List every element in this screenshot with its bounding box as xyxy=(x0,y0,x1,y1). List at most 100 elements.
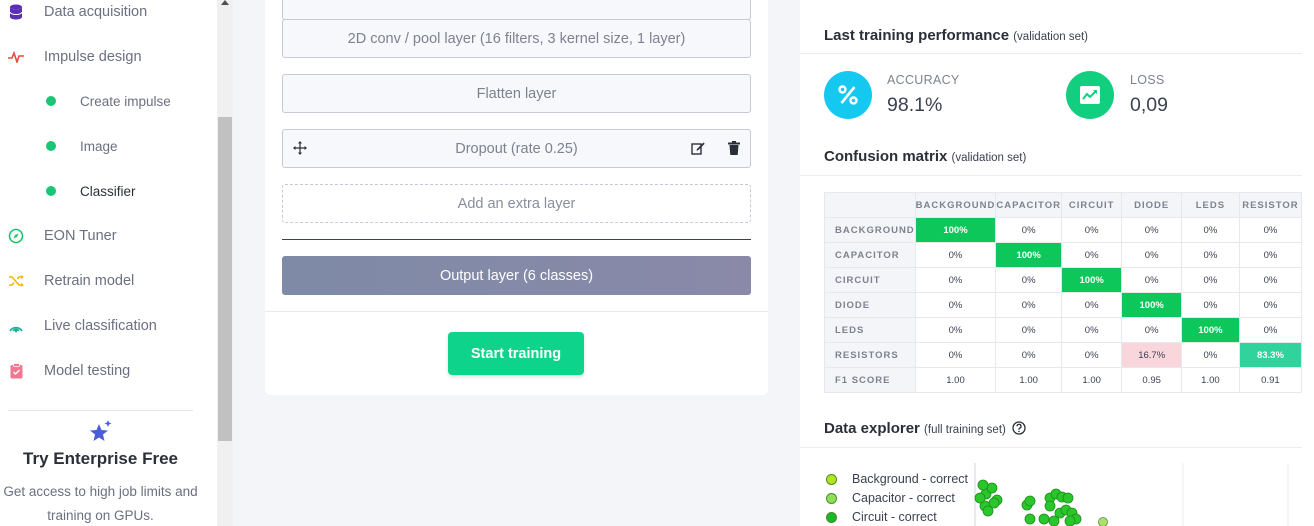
results-panel: Last training performance (validation se… xyxy=(800,0,1303,526)
confusion-matrix-table: BACKGROUND CAPACITOR CIRCUIT DIODE LEDS … xyxy=(824,192,1303,393)
row-header: LEDS xyxy=(824,317,916,343)
legend-label: Background - correct xyxy=(852,472,969,486)
trash-icon[interactable] xyxy=(728,141,740,155)
matrix-cell: 0% xyxy=(914,267,997,293)
layer-input[interactable] xyxy=(282,0,751,20)
matrix-cell: 0% xyxy=(1238,217,1303,243)
table-corner-cell xyxy=(824,192,916,218)
scrollbar-thumb[interactable] xyxy=(218,117,232,441)
data-explorer-scatter-plot[interactable] xyxy=(970,463,1302,526)
legend-item-background[interactable]: Background - correct xyxy=(826,472,968,486)
scroll-up-arrow-icon[interactable] xyxy=(221,0,229,5)
layer-flatten[interactable]: Flatten layer xyxy=(282,74,751,113)
data-explorer-title: Data explorer (full training set) xyxy=(824,420,1026,439)
enterprise-text: Get access to high job limits and traini… xyxy=(3,484,198,523)
sidebar-item-live-classification[interactable]: Live classification xyxy=(0,304,217,348)
sidebar-subitem-classifier[interactable]: Classifier xyxy=(0,169,217,213)
column-header: CAPACITOR xyxy=(995,192,1062,218)
sidebar-item-impulse-design[interactable]: Impulse design xyxy=(0,35,217,79)
column-header: CIRCUIT xyxy=(1060,192,1123,218)
matrix-cell: 0% xyxy=(1180,342,1240,368)
explorer-subtitle: (full training set) xyxy=(924,424,1006,436)
sidebar-subitem-label: Image xyxy=(80,138,118,154)
sidebar-item-retrain-model[interactable]: Retrain model xyxy=(0,259,217,303)
start-training-button[interactable]: Start training xyxy=(448,332,584,375)
matrix-cell: 0% xyxy=(914,342,997,368)
accuracy-value: 98.1% xyxy=(887,94,943,116)
sidebar: Data acquisition Impulse design Create i… xyxy=(0,0,217,526)
sidebar-scrollbar[interactable] xyxy=(217,0,233,526)
add-extra-layer-button[interactable]: Add an extra layer xyxy=(282,184,751,223)
column-header: DIODE xyxy=(1121,192,1182,218)
enterprise-title[interactable]: Try Enterprise Free xyxy=(0,449,201,469)
legend-label: Capacitor - correct xyxy=(852,491,955,505)
legend-dot xyxy=(826,492,837,504)
matrix-cell: 0% xyxy=(1121,242,1182,268)
column-header: RESISTOR xyxy=(1238,192,1303,218)
matrix-cell: 0% xyxy=(995,292,1062,318)
table-header-row: BACKGROUND CAPACITOR CIRCUIT DIODE LEDS … xyxy=(824,192,1303,218)
layer-label: Add an extra layer xyxy=(457,195,576,212)
matrix-cell: 0% xyxy=(914,317,997,343)
layer-dropout[interactable]: Dropout (rate 0.25) xyxy=(282,129,751,168)
move-icon[interactable] xyxy=(293,141,307,155)
matrix-cell: 0% xyxy=(1238,317,1303,343)
row-header: CAPACITOR xyxy=(824,242,916,268)
matrix-cell: 0% xyxy=(1060,217,1123,243)
right-panel-scrollbar[interactable] xyxy=(1302,0,1314,526)
performance-title-text: Last training performance xyxy=(824,27,1010,44)
legend-item-capacitor[interactable]: Capacitor - correct xyxy=(826,491,955,505)
loss-value: 0,09 xyxy=(1130,94,1168,116)
sidebar-item-model-testing[interactable]: Model testing xyxy=(0,349,217,393)
matrix-cell: 0% xyxy=(914,242,997,268)
sidebar-subitem-image[interactable]: Image xyxy=(0,124,217,168)
help-icon[interactable] xyxy=(1012,421,1026,439)
matrix-cell: 100% xyxy=(995,242,1062,268)
legend-dot xyxy=(826,511,837,523)
signal-icon xyxy=(8,318,24,334)
f1-score-row: F1 SCORE 1.00 1.00 1.00 0.95 1.00 0.91 xyxy=(824,367,1303,393)
divider xyxy=(265,311,768,312)
matrix-cell: 0% xyxy=(1121,267,1182,293)
legend-label: Circuit - correct xyxy=(852,510,937,524)
f1-cell: 0.91 xyxy=(1238,367,1303,393)
confusion-subtitle: (validation set) xyxy=(951,152,1027,164)
legend-item-circuit[interactable]: Circuit - correct xyxy=(826,510,937,524)
sidebar-item-label: EON Tuner xyxy=(44,228,117,244)
table-row: BACKGROUND 100% 0% 0% 0% 0% 0% xyxy=(824,217,1303,243)
clipboard-check-icon xyxy=(8,363,24,379)
output-layer[interactable]: Output layer (6 classes) xyxy=(282,256,751,295)
sidebar-item-data-acquisition[interactable]: Data acquisition xyxy=(0,0,217,34)
matrix-cell: 16.7% xyxy=(1121,342,1182,368)
matrix-cell: 0% xyxy=(1238,292,1303,318)
divider xyxy=(282,239,751,240)
layer-label: Dropout (rate 0.25) xyxy=(455,140,578,157)
f1-cell: 0.95 xyxy=(1121,367,1182,393)
matrix-cell: 0% xyxy=(1180,242,1240,268)
row-header: BACKGROUND xyxy=(824,217,916,243)
edit-icon[interactable] xyxy=(691,141,705,155)
sidebar-item-eon-tuner[interactable]: EON Tuner xyxy=(0,214,217,258)
layer-conv-pool[interactable]: 2D conv / pool layer (16 filters, 3 kern… xyxy=(282,19,751,58)
matrix-cell: 0% xyxy=(914,292,997,318)
confusion-title-text: Confusion matrix xyxy=(824,148,948,165)
matrix-cell: 0% xyxy=(995,217,1062,243)
database-icon xyxy=(8,4,24,20)
table-row: CIRCUIT 0% 0% 100% 0% 0% 0% xyxy=(824,267,1303,293)
status-dot xyxy=(46,96,56,106)
table-row: LEDS 0% 0% 0% 0% 100% 0% xyxy=(824,317,1303,343)
table-row: CAPACITOR 0% 100% 0% 0% 0% 0% xyxy=(824,242,1303,268)
sidebar-subitem-create-impulse[interactable]: Create impulse xyxy=(0,79,217,123)
divider xyxy=(800,53,1302,54)
row-header: DIODE xyxy=(824,292,916,318)
matrix-cell: 0% xyxy=(995,267,1062,293)
matrix-cell: 0% xyxy=(1060,342,1123,368)
sidebar-subitem-label: Create impulse xyxy=(80,93,171,109)
column-header: LEDS xyxy=(1180,192,1240,218)
sidebar-item-label: Live classification xyxy=(44,318,157,334)
confusion-matrix-title: Confusion matrix (validation set) xyxy=(824,148,1026,165)
pulse-icon xyxy=(8,49,24,65)
matrix-cell: 0% xyxy=(995,342,1062,368)
matrix-cell: 0% xyxy=(1180,217,1240,243)
matrix-cell: 100% xyxy=(1060,267,1123,293)
